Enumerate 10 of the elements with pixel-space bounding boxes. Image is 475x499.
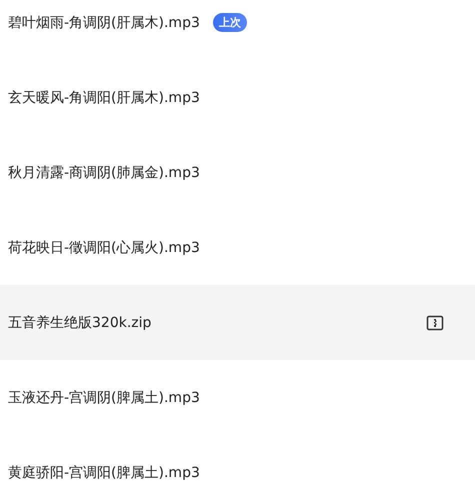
- file-row[interactable]: 五音养生绝版320k.zip: [0, 285, 475, 360]
- file-name: 五音养生绝版320k.zip: [8, 314, 152, 332]
- zip-icon[interactable]: [426, 314, 444, 332]
- file-name: 黄庭骄阳-宫调阳(脾属土).mp3: [8, 464, 200, 482]
- file-name: 荷花映日-徵调阳(心属火).mp3: [8, 238, 200, 256]
- file-name: 玉液还丹-宫调阴(脾属土).mp3: [8, 388, 200, 406]
- file-name: 碧叶烟雨-角调阴(肝属木).mp3: [8, 14, 200, 32]
- file-name: 秋月清露-商调阴(肺属金).mp3: [8, 164, 200, 182]
- last-played-badge: 上次: [212, 13, 247, 32]
- file-name: 玄天暖风-角调阳(肝属木).mp3: [8, 88, 200, 106]
